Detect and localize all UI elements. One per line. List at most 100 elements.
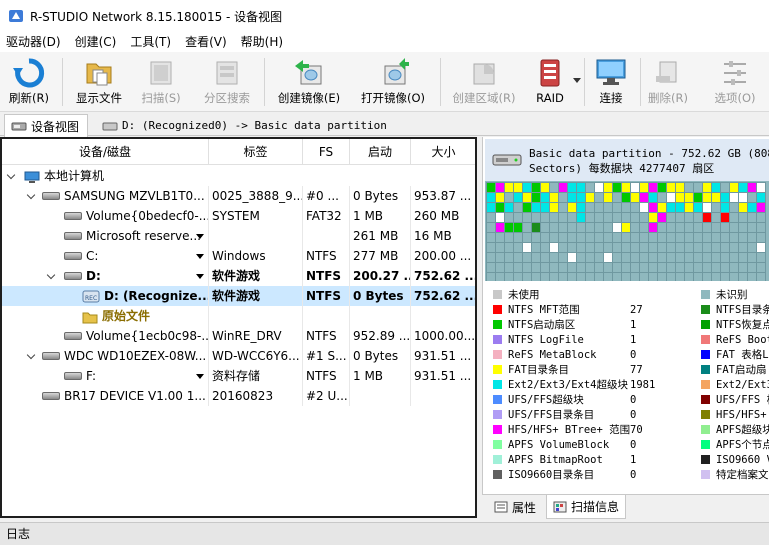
sector-block xyxy=(513,232,523,243)
sector-block xyxy=(648,182,658,193)
toolbar-separator xyxy=(640,58,641,106)
sector-block-map[interactable] xyxy=(485,181,769,281)
partition-icon xyxy=(64,211,82,221)
sector-block xyxy=(756,262,766,273)
tree-row-disk[interactable]: WDC WD10EZEX-08W... WD-WCC6Y6... #1 S...… xyxy=(2,346,475,366)
sector-block xyxy=(702,212,712,223)
expand-chevron-icon[interactable] xyxy=(46,266,58,286)
sector-block xyxy=(567,202,577,213)
create-image-button[interactable]: 创建镜像(E) xyxy=(272,56,346,110)
sector-block xyxy=(540,222,550,233)
dropdown-arrow-icon[interactable] xyxy=(196,274,204,279)
sector-block xyxy=(585,252,595,263)
sector-block xyxy=(702,202,712,213)
sector-block xyxy=(540,192,550,203)
open-image-button[interactable]: 打开镜像(O) xyxy=(356,56,430,110)
sector-block xyxy=(585,272,595,281)
sector-block xyxy=(639,212,649,223)
options-button[interactable]: 选项(O) xyxy=(710,56,760,110)
delete-button[interactable]: 删除(R) xyxy=(644,56,692,110)
sector-block xyxy=(486,212,496,223)
expand-chevron-icon[interactable] xyxy=(6,166,18,186)
sector-block xyxy=(729,182,739,193)
sector-block xyxy=(720,252,730,263)
sector-block xyxy=(540,252,550,263)
sector-block xyxy=(558,262,568,273)
tree-row-partition[interactable]: Volume{0bedecf0-... SYSTEM FAT32 1 MB 26… xyxy=(2,206,475,226)
sector-block xyxy=(630,272,640,281)
sector-block xyxy=(675,202,685,213)
dropdown-arrow-icon[interactable] xyxy=(196,254,204,259)
sector-block xyxy=(576,232,586,243)
legend-swatch xyxy=(701,425,710,434)
tree-row-partition-f[interactable]: F: 资料存储 NTFS 1 MB 931.51 ... xyxy=(2,366,475,386)
tab-properties[interactable]: 属性 xyxy=(488,495,542,519)
tree-row-recognized-partition[interactable]: REC D: (Recognize... 软件游戏 NTFS 0 Bytes 7… xyxy=(2,286,475,306)
legend-swatch xyxy=(701,320,710,329)
sector-block xyxy=(639,192,649,203)
partition-search-button[interactable]: 分区搜索 xyxy=(196,56,258,110)
sector-block xyxy=(648,252,658,263)
sector-block xyxy=(531,182,541,193)
tree-row-optical-drive[interactable]: BR17 DEVICE V1.00 1... 20160823 #2 U... xyxy=(2,386,475,406)
legend-swatch xyxy=(493,395,502,404)
connect-button[interactable]: 连接 xyxy=(590,56,632,110)
sector-block xyxy=(594,242,604,253)
raid-button[interactable]: RAID xyxy=(528,56,572,110)
tree-row-raw-files[interactable]: 原始文件 xyxy=(2,306,475,326)
menu-tools[interactable]: 工具(T) xyxy=(123,32,178,52)
column-header-device[interactable]: 设备/磁盘 xyxy=(2,139,209,165)
expand-chevron-icon[interactable] xyxy=(26,186,38,206)
column-header-label[interactable]: 标签 xyxy=(209,139,303,165)
tab-device-view[interactable]: 设备视图 xyxy=(4,114,89,137)
create-region-button[interactable]: 创建区域(R) xyxy=(448,56,520,110)
legend-swatch xyxy=(701,410,710,419)
log-panel-bar[interactable]: 日志 xyxy=(0,522,769,545)
menu-drives[interactable]: 驱动器(D) xyxy=(0,32,68,52)
sector-block xyxy=(666,182,676,193)
dropdown-arrow-icon[interactable] xyxy=(196,374,204,379)
sector-block xyxy=(567,182,577,193)
menu-view[interactable]: 查看(V) xyxy=(178,32,234,52)
sector-block xyxy=(585,182,595,193)
menu-create[interactable]: 创建(C) xyxy=(68,32,124,52)
tree-row-local-computer[interactable]: 本地计算机 xyxy=(2,166,475,186)
column-header-fs[interactable]: FS xyxy=(303,139,350,165)
sector-block xyxy=(621,232,631,243)
sector-block xyxy=(684,182,694,193)
sector-block xyxy=(621,262,631,273)
legend-swatch xyxy=(493,470,502,479)
refresh-button[interactable]: 刷新(R) xyxy=(4,56,54,110)
show-files-button[interactable]: 显示文件 xyxy=(70,56,128,110)
tree-row-disk[interactable]: SAMSUNG MZVLB1T0... 0025_3888_9... #0 ..… xyxy=(2,186,475,206)
legend-swatch xyxy=(701,350,710,359)
sector-block xyxy=(747,202,757,213)
sector-block xyxy=(486,252,496,263)
column-header-size[interactable]: 大小 xyxy=(411,139,475,165)
raid-dropdown-chevron[interactable] xyxy=(573,78,581,83)
sector-block xyxy=(513,262,523,273)
sector-block xyxy=(486,222,496,233)
sector-block xyxy=(594,232,604,243)
scan-button[interactable]: 扫描(S) xyxy=(134,56,188,110)
tab-partition[interactable]: D: (Recognized0) -> Basic data partition xyxy=(96,114,395,137)
tree-row-partition-d[interactable]: D: 软件游戏 NTFS 200.27 ... 752.62 ... xyxy=(2,266,475,286)
sector-block xyxy=(711,272,721,281)
sector-block xyxy=(702,252,712,263)
dropdown-arrow-icon[interactable] xyxy=(196,234,204,239)
sector-block xyxy=(711,212,721,223)
sector-block xyxy=(522,252,532,263)
tree-row-partition[interactable]: Volume{1ecb0c98-... WinRE_DRV NTFS 952.8… xyxy=(2,326,475,346)
sector-block xyxy=(729,252,739,263)
tab-scan-info[interactable]: 扫描信息 xyxy=(546,495,627,519)
sector-block xyxy=(666,252,676,263)
sector-block xyxy=(576,262,586,273)
tree-row-partition-c[interactable]: C: Windows NTFS 277 MB 200.00 ... xyxy=(2,246,475,266)
sector-block xyxy=(756,272,766,281)
column-header-start[interactable]: 启动 xyxy=(350,139,411,165)
expand-chevron-icon[interactable] xyxy=(26,346,38,366)
sector-block xyxy=(747,222,757,233)
menu-help[interactable]: 帮助(H) xyxy=(234,32,290,52)
tree-row-partition[interactable]: Microsoft reserve... 261 MB 16 MB xyxy=(2,226,475,246)
sector-block xyxy=(540,262,550,273)
